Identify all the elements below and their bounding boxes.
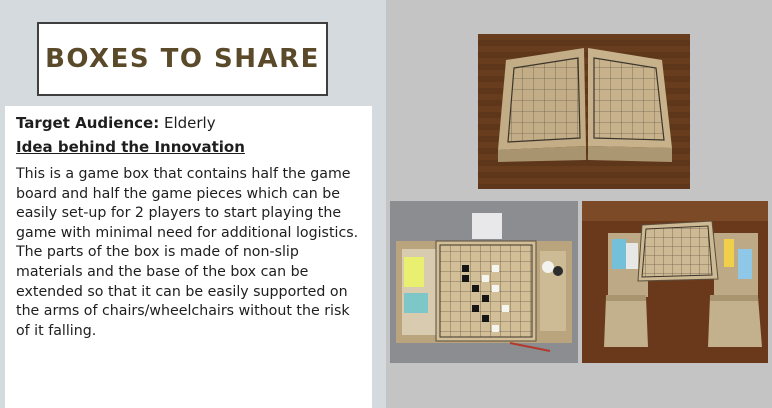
page-title: BOXES TO SHARE bbox=[45, 44, 320, 74]
box-on-extended-supports-photo bbox=[582, 201, 768, 363]
idea-body: This is a game box that contains half th… bbox=[16, 166, 359, 339]
audience-line: Target Audience: Elderly bbox=[16, 114, 362, 132]
description-card: Target Audience: Elderly Idea behind the… bbox=[5, 106, 372, 408]
title-box: BOXES TO SHARE bbox=[37, 22, 328, 96]
left-panel: BOXES TO SHARE Target Audience: Elderly … bbox=[0, 0, 386, 408]
open-box-with-pieces-photo bbox=[390, 201, 578, 363]
audience-label: Target Audience: bbox=[16, 114, 160, 132]
audience-value: Elderly bbox=[163, 114, 216, 132]
open-box-illustration bbox=[390, 201, 578, 363]
supported-box-illustration bbox=[582, 201, 768, 363]
closed-boxes-illustration bbox=[478, 34, 690, 189]
closed-game-boxes-photo bbox=[478, 34, 690, 189]
idea-heading: Idea behind the Innovation bbox=[16, 138, 245, 156]
